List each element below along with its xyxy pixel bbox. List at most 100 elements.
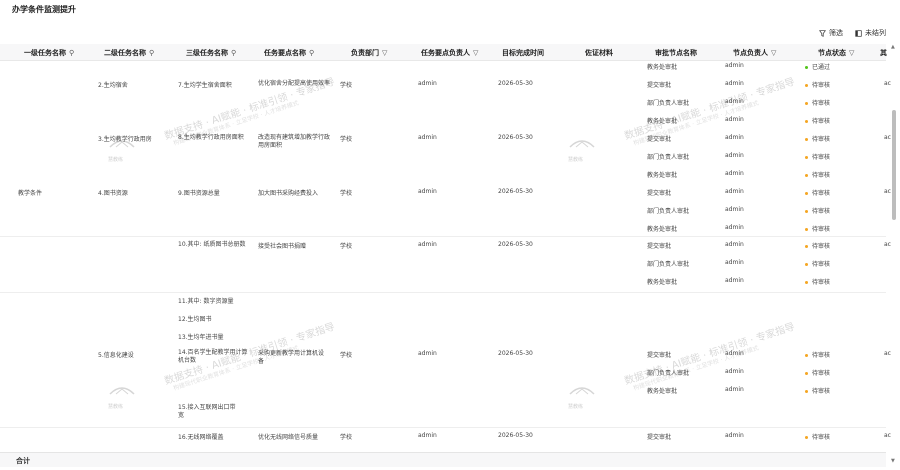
status-text: 待审核 <box>812 279 831 286</box>
status-dot-icon <box>805 102 808 105</box>
status-text: 待审核 <box>812 370 831 377</box>
dept-cell: 学校 <box>340 243 353 250</box>
node-owner-cell: admin <box>725 152 744 159</box>
node-owner-cell: admin <box>725 188 744 195</box>
node-owner-cell: admin <box>725 241 744 248</box>
node-status-cell: 待审核 <box>805 134 830 143</box>
owner-cell: admin <box>418 134 437 141</box>
status-text: 待审核 <box>812 136 831 143</box>
node-status-cell: 待审核 <box>805 206 830 215</box>
column-header[interactable]: 一级任务名称 ⚲ <box>24 48 74 58</box>
level2-cell: 3.生均教学行政用房 <box>98 136 152 143</box>
filter-icon: ▽ <box>849 49 855 57</box>
column-header[interactable]: 节点负责人 ▽ <box>733 48 776 58</box>
level3-cell: 8.生均教学行政用房面积 <box>178 134 244 141</box>
scroll-up-icon[interactable]: ▲ <box>891 44 895 50</box>
columns-icon <box>855 29 862 37</box>
node-owner-cell: admin <box>725 259 744 266</box>
column-header: 其 <box>880 49 887 57</box>
filter-button[interactable]: 筛选 <box>819 28 843 38</box>
level1-cell: 教学条件 <box>18 190 43 197</box>
deadline-cell: 2026-05-30 <box>498 80 533 87</box>
tail-cell: ac <box>884 80 891 87</box>
status-dot-icon <box>805 192 808 195</box>
watermark-logo-icon <box>109 387 135 395</box>
scroll-down-icon[interactable]: ▼ <box>891 458 895 464</box>
approval-node-cell: 部门负责人审批 <box>647 261 690 268</box>
footer-total-label: 合计 <box>16 457 30 465</box>
deadline-cell: 2026-05-30 <box>498 241 533 248</box>
table-toolbar: 筛选 未结列 <box>819 28 886 38</box>
node-owner-cell: admin <box>725 116 744 123</box>
level3-cell: 10.其中: 纸质图书总册数 <box>178 241 246 248</box>
node-status-cell: 待审核 <box>805 259 830 268</box>
node-owner-cell: admin <box>725 134 744 141</box>
column-header[interactable]: 任务要点名称 ⚲ <box>264 48 314 58</box>
status-text: 待审核 <box>812 154 831 161</box>
status-text: 待审核 <box>812 243 831 250</box>
level3-cell: 14.百名学生配教学用计算机台数 <box>178 349 248 364</box>
dept-cell: 学校 <box>340 136 353 143</box>
node-owner-cell: admin <box>725 62 744 69</box>
table-header: 一级任务名称 ⚲ 二级任务名称 ⚲ 三级任务名称 ⚲ 任务要点名称 ⚲ 负责部门 ▽ 任务… <box>0 44 887 61</box>
watermark-logo-text: 慧教练 <box>108 157 124 163</box>
node-status-cell: 待审核 <box>805 188 830 197</box>
filter-icon: ▽ <box>771 49 777 57</box>
filter-icon <box>819 29 826 37</box>
node-status-cell: 已通过 <box>805 62 830 71</box>
status-text: 待审核 <box>812 100 831 107</box>
approval-node-cell: 提交审批 <box>647 352 672 359</box>
node-status-cell: 待审核 <box>805 116 830 125</box>
status-dot-icon <box>805 156 808 159</box>
approval-node-cell: 教务处审批 <box>647 64 678 71</box>
point-cell: 改造现有建筑增加教学行政用房面积 <box>258 134 331 149</box>
node-status-cell: 待审核 <box>805 170 830 179</box>
column-header[interactable]: 负责部门 ▽ <box>351 48 387 58</box>
node-status-cell: 待审核 <box>805 224 830 233</box>
tail-cell: ac <box>884 241 891 248</box>
node-status-cell: 待审核 <box>805 98 830 107</box>
node-owner-cell: admin <box>725 98 744 105</box>
page-title: 办学条件监测提升 <box>12 5 76 14</box>
approval-node-cell: 部门负责人审批 <box>647 154 690 161</box>
watermark-logo-text: 慧教练 <box>568 404 584 410</box>
approval-node-cell: 提交审批 <box>647 243 672 250</box>
column-header[interactable]: 三级任务名称 ⚲ <box>186 48 236 58</box>
filter-icon: ▽ <box>382 49 388 57</box>
column-header[interactable]: 二级任务名称 ⚲ <box>104 48 154 58</box>
level2-cell: 2.生均宿舍 <box>98 82 128 89</box>
status-dot-icon <box>805 66 808 69</box>
level2-cell: 4.图书资源 <box>98 190 128 197</box>
deadline-cell: 2026-05-30 <box>498 350 533 357</box>
vertical-scrollbar[interactable]: ▲ ▼ <box>891 44 897 464</box>
level3-cell: 15.接入互联网出口带宽 <box>178 404 236 419</box>
column-header: 目标完成时间 <box>502 49 544 57</box>
approval-node-cell: 教务处审批 <box>647 172 678 179</box>
column-header[interactable]: 节点状态 ▽ <box>818 48 854 58</box>
column-header[interactable]: 任务要点负责人 ▽ <box>421 48 478 58</box>
status-text: 待审核 <box>812 261 831 268</box>
deadline-cell: 2026-05-30 <box>498 188 533 195</box>
status-text: 待审核 <box>812 388 831 395</box>
level3-cell: 13.生均年进书量 <box>178 334 224 341</box>
columns-label: 未结列 <box>865 29 886 37</box>
owner-cell: admin <box>418 80 437 87</box>
scrollbar-thumb[interactable] <box>892 110 896 220</box>
deadline-cell: 2026-05-30 <box>498 134 533 141</box>
status-text: 待审核 <box>812 190 831 197</box>
approval-node-cell: 提交审批 <box>647 136 672 143</box>
table-footer: 合计 <box>0 452 886 467</box>
point-cell: 优化无线网络信号质量 <box>258 434 319 441</box>
status-text: 待审核 <box>812 352 831 359</box>
node-owner-cell: admin <box>725 277 744 284</box>
point-cell: 接受社会图书捐赠 <box>258 243 307 250</box>
status-dot-icon <box>805 174 808 177</box>
status-dot-icon <box>805 436 808 439</box>
row-divider <box>0 292 886 293</box>
status-text: 已通过 <box>812 64 831 71</box>
node-status-cell: 待审核 <box>805 277 830 286</box>
columns-button[interactable]: 未结列 <box>855 28 886 38</box>
node-owner-cell: admin <box>725 80 744 87</box>
watermark-logo-text: 慧教练 <box>568 157 584 163</box>
status-text: 待审核 <box>812 208 831 215</box>
